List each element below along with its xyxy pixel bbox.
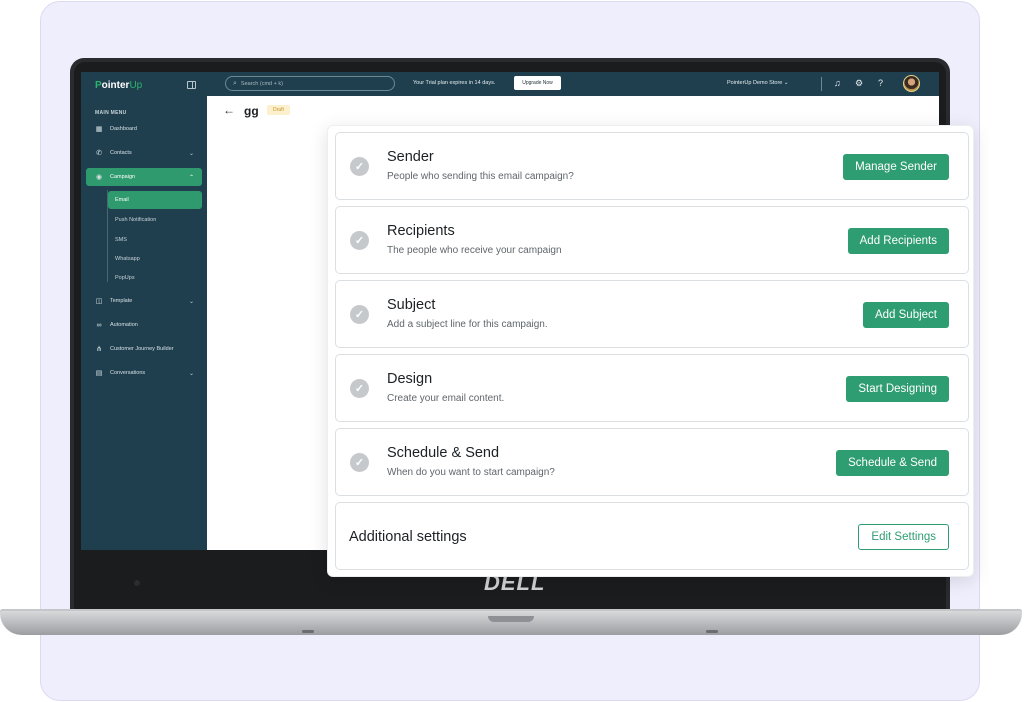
submenu-item-email[interactable]: Email (115, 197, 129, 203)
step-description: Add a subject line for this campaign. (387, 319, 548, 330)
store-selector[interactable]: PointerUp Demo Store ⌄ (727, 80, 788, 86)
step-title: Sender (387, 149, 434, 165)
upgrade-now-button[interactable]: Upgrade Now (514, 76, 561, 90)
step-description: Create your email content. (387, 393, 505, 404)
step-description: When do you want to start campaign? (387, 467, 555, 478)
help-icon[interactable]: ? (878, 78, 883, 88)
add-subject-button[interactable]: Add Subject (862, 302, 949, 328)
step-schedule-send: ✓ Schedule & Send When do you want to st… (335, 428, 969, 496)
sidebar-item-label: Conversations (110, 370, 146, 376)
step-sender: ✓ Sender People who sending this email c… (335, 132, 969, 200)
chevron-down-icon: ⌄ (188, 298, 194, 305)
laptop-base (0, 611, 1022, 635)
sidebar-item-contacts[interactable]: ✆ Contacts ⌄ (86, 144, 202, 162)
phone-icon: ✆ (96, 150, 102, 157)
submenu-item-whatsapp[interactable]: Whatsapp (115, 256, 140, 262)
search-icon: ⌕ (233, 79, 237, 87)
submenu-item-popups[interactable]: PopUps (115, 275, 135, 281)
sidebar-item-label: Contacts (110, 150, 132, 156)
camera-dot (134, 580, 140, 586)
app-logo[interactable]: PointerUp (95, 80, 142, 91)
journey-icon: ⋔ (96, 346, 102, 353)
logo-suffix: Up (129, 80, 143, 91)
page-title: gg (244, 104, 259, 118)
step-design: ✓ Design Create your email content. Star… (335, 354, 969, 422)
grid-icon: ▦ (95, 126, 103, 133)
start-designing-button[interactable]: Start Designing (846, 376, 949, 402)
laptop-notch (488, 616, 534, 622)
sidebar-item-dashboard[interactable]: ▦ Dashboard (86, 120, 202, 138)
sidebar: PointerUp MAIN MENU ▦ Dashboard ✆ Contac… (81, 72, 207, 550)
bell-icon[interactable]: ♫ (834, 78, 841, 88)
step-title: Design (387, 371, 433, 387)
check-circle-icon: ✓ (350, 157, 369, 176)
topbar: ⌕ Search (cmd + k) Your Trial plan expir… (207, 72, 939, 96)
chevron-down-icon: ⌄ (783, 80, 789, 86)
search-placeholder: Search (cmd + k) (240, 80, 283, 87)
step-subject: ✓ Subject Add a subject line for this ca… (335, 280, 969, 348)
store-name: PointerUp Demo Store (727, 80, 783, 86)
check-circle-icon: ✓ (350, 305, 369, 324)
stage: DELL PointerUp MAIN MENU ▦ Dashboard ✆ C… (0, 0, 1024, 702)
template-icon: ◫ (95, 298, 103, 305)
sidebar-item-conversations[interactable]: ▤ Conversations ⌄ (86, 364, 202, 382)
laptop-foot-right (706, 630, 718, 633)
sidebar-item-template[interactable]: ◫ Template ⌄ (86, 292, 202, 310)
step-description: The people who receive your campaign (387, 245, 562, 256)
edit-settings-button[interactable]: Edit Settings (858, 524, 949, 550)
sidebar-collapse-icon[interactable] (187, 81, 196, 89)
logo-main: ointer (101, 80, 130, 91)
check-circle-icon: ✓ (350, 231, 369, 250)
campaign-steps-panel: ✓ Sender People who sending this email c… (327, 125, 974, 577)
check-circle-icon: ✓ (350, 379, 369, 398)
chevron-down-icon: ⌄ (188, 150, 194, 157)
submenu-item-sms[interactable]: SMS (115, 237, 127, 243)
back-arrow-icon[interactable]: ← (223, 103, 235, 117)
step-title: Schedule & Send (387, 445, 500, 461)
trial-notice: Your Trial plan expires in 14 days. (413, 80, 496, 86)
sidebar-item-label: Customer Journey Builder (110, 346, 174, 352)
sidebar-item-label: Dashboard (110, 126, 137, 132)
add-recipients-button[interactable]: Add Recipients (847, 228, 949, 254)
submenu-item-push-notification[interactable]: Push Notification (115, 217, 156, 223)
chat-icon: ▤ (95, 370, 103, 377)
additional-settings-title: Additional settings (349, 529, 467, 545)
status-badge: Draft (267, 105, 290, 115)
campaign-icon: ◉ (95, 174, 103, 181)
step-description: People who sending this email campaign? (387, 171, 574, 182)
sidebar-item-automation[interactable]: ∞ Automation (86, 316, 202, 334)
gear-icon[interactable]: ⚙ (855, 78, 863, 88)
menu-heading: MAIN MENU (95, 110, 127, 116)
sidebar-item-label: Template (110, 298, 133, 304)
chevron-down-icon: ⌄ (188, 370, 194, 377)
sidebar-item-label: Campaign (110, 174, 136, 180)
laptop-foot-left (302, 630, 314, 633)
automation-icon: ∞ (96, 321, 102, 329)
sidebar-item-customer-journey-builder[interactable]: ⋔ Customer Journey Builder (86, 340, 202, 358)
avatar[interactable] (903, 75, 920, 92)
step-additional-settings: Additional settings Edit Settings (335, 502, 969, 570)
sidebar-item-campaign[interactable]: ◉ Campaign ⌃ (86, 168, 202, 186)
step-title: Recipients (387, 223, 455, 239)
step-title: Subject (387, 297, 436, 313)
logo-prefix: P (95, 80, 102, 91)
chevron-up-icon: ⌃ (188, 174, 194, 181)
search-input[interactable]: ⌕ Search (cmd + k) (225, 76, 395, 91)
topbar-divider (821, 77, 822, 91)
schedule-send-button[interactable]: Schedule & Send (836, 450, 949, 476)
sidebar-item-label: Automation (110, 322, 138, 328)
check-circle-icon: ✓ (350, 453, 369, 472)
step-recipients: ✓ Recipients The people who receive your… (335, 206, 969, 274)
manage-sender-button[interactable]: Manage Sender (843, 154, 949, 180)
